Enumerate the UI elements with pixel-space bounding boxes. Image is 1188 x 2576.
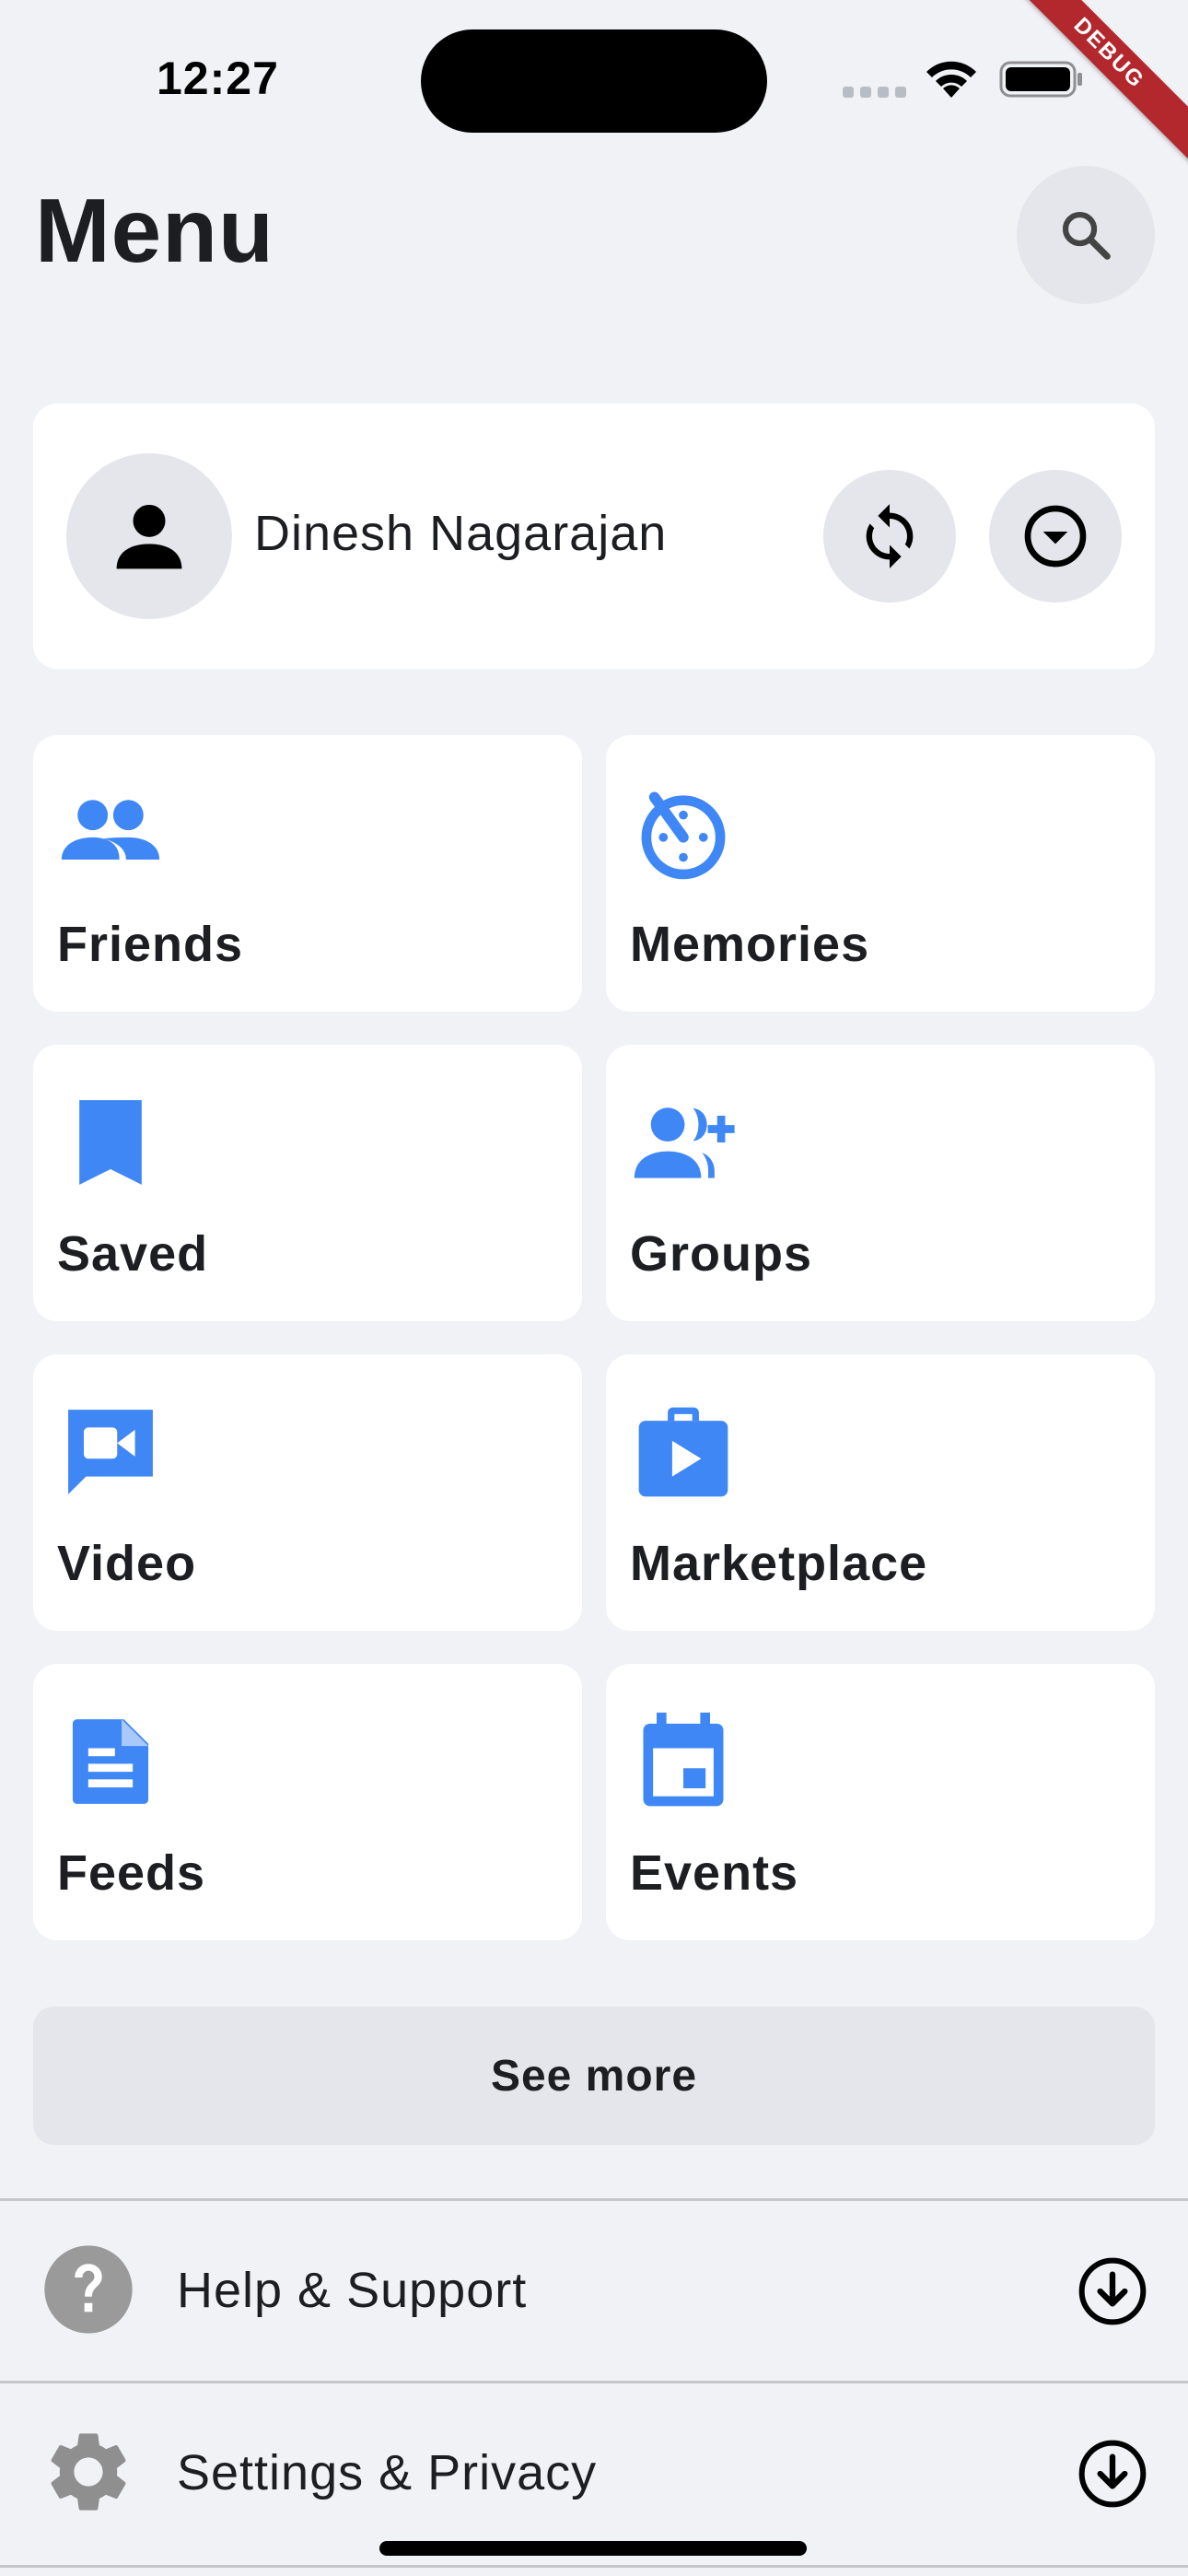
shortcut-label: Friends <box>57 917 244 972</box>
settings-privacy-row[interactable]: Settings & Privacy <box>0 2383 1188 2562</box>
video-chat-icon <box>68 1410 153 1494</box>
group-add-icon <box>634 1107 735 1178</box>
battery-icon <box>999 61 1082 98</box>
sync-icon <box>866 504 914 568</box>
shortcut-label: Video <box>57 1536 197 1591</box>
shortcut-label: Groups <box>630 1226 813 1282</box>
expand-down-icon[interactable] <box>1076 2254 1149 2328</box>
help-support-row[interactable]: Help & Support <box>0 2201 1188 2380</box>
memories-icon <box>641 791 726 880</box>
shortcut-label: Saved <box>57 1226 209 1282</box>
marketplace-bag-icon <box>638 1407 728 1497</box>
shortcut-label: Events <box>630 1845 799 1901</box>
shortcut-events[interactable]: Events <box>606 1664 1155 1940</box>
status-time: 12:27 <box>157 53 279 104</box>
friends-icon <box>61 800 160 860</box>
shortcut-friends[interactable]: Friends <box>33 735 582 1012</box>
shortcut-label: Marketplace <box>630 1536 928 1591</box>
help-support-label: Help & Support <box>177 2263 528 2318</box>
profile-dropdown-button[interactable] <box>989 470 1122 603</box>
avatar[interactable] <box>66 453 232 619</box>
shortcut-label: Feeds <box>57 1845 206 1901</box>
gear-icon <box>51 2433 126 2511</box>
shortcut-video[interactable]: Video <box>33 1354 582 1631</box>
shortcut-saved[interactable]: Saved <box>33 1045 582 1321</box>
home-indicator[interactable] <box>379 2541 807 2556</box>
shortcut-label: Memories <box>630 917 870 972</box>
help-icon <box>44 2245 133 2334</box>
search-icon <box>1062 211 1111 260</box>
signal-icon <box>843 87 906 98</box>
divider <box>0 2565 1188 2568</box>
calendar-icon <box>643 1712 724 1807</box>
article-icon <box>72 1719 149 1804</box>
person-icon <box>116 504 182 569</box>
chevron-down-circle-icon <box>1024 505 1087 568</box>
shortcut-groups[interactable]: Groups <box>606 1045 1155 1321</box>
see-more-button[interactable]: See more <box>33 2007 1155 2145</box>
shortcut-marketplace[interactable]: Marketplace <box>606 1354 1155 1631</box>
status-bar: 12:27 <box>0 0 1188 157</box>
wifi-icon <box>926 61 976 98</box>
expand-down-icon[interactable] <box>1076 2437 1149 2511</box>
profile-name[interactable]: Dinesh Nagarajan <box>254 505 667 562</box>
shortcuts-grid: Friends Memories Saved Groups Video Mark… <box>33 735 1155 1940</box>
bookmark-icon <box>79 1100 142 1185</box>
shortcut-memories[interactable]: Memories <box>606 735 1155 1012</box>
shortcut-feeds[interactable]: Feeds <box>33 1664 582 1940</box>
profile-card[interactable]: Dinesh Nagarajan <box>33 404 1155 669</box>
dynamic-island <box>421 29 767 133</box>
switch-account-button[interactable] <box>823 470 956 603</box>
page-title: Menu <box>35 180 274 281</box>
settings-privacy-label: Settings & Privacy <box>177 2445 598 2500</box>
search-button[interactable] <box>1017 166 1155 304</box>
